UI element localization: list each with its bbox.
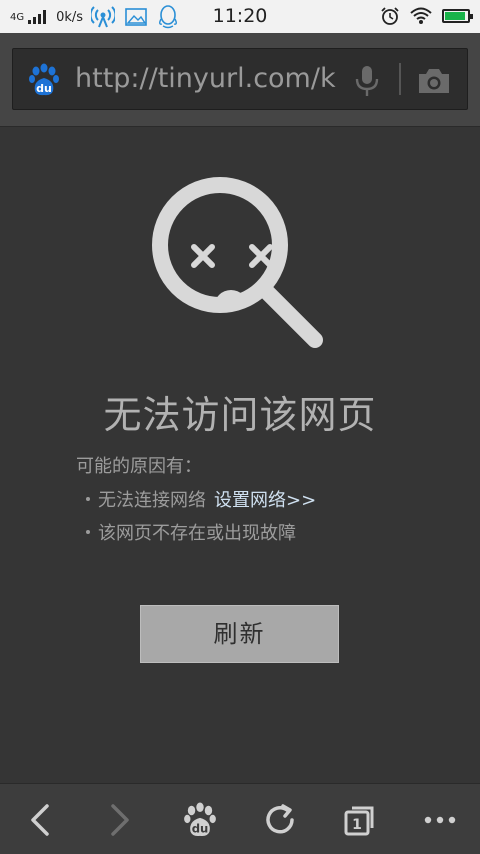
chevron-left-icon <box>31 804 49 836</box>
back-button[interactable] <box>20 802 60 838</box>
reasons-heading: 可能的原因有： <box>76 456 202 477</box>
home-button[interactable]: du <box>180 802 220 838</box>
tabs-button[interactable]: 1 <box>340 802 380 838</box>
wifi-icon <box>410 7 432 24</box>
chevron-right-icon <box>111 804 129 836</box>
bullet <box>86 530 90 534</box>
forward-button[interactable] <box>100 802 140 838</box>
baidu-logo-text: du <box>36 82 52 95</box>
address-bar: du http://tinyurl.com/k <box>0 33 480 127</box>
battery-level <box>445 12 465 20</box>
broken-page-magnifier-icon <box>152 177 323 348</box>
url-divider <box>399 63 401 95</box>
network-settings-link[interactable]: 设置网络>> <box>214 486 316 512</box>
camera-icon[interactable] <box>417 67 451 95</box>
bullet <box>86 497 90 501</box>
battery-icon <box>442 9 473 23</box>
tabs-icon: 1 <box>344 806 374 836</box>
url-field[interactable]: du http://tinyurl.com/k <box>12 48 468 110</box>
baidu-paw-icon: du <box>184 802 216 837</box>
menu-button[interactable] <box>420 802 460 838</box>
refresh-button[interactable]: 刷新 <box>140 605 339 663</box>
microphone-icon[interactable] <box>353 65 381 97</box>
reason-text: 无法连接网络 <box>98 490 206 511</box>
reload-button[interactable] <box>260 802 300 838</box>
reason-item: 无法连接网络 设置网络>> <box>86 486 316 512</box>
alarm-icon <box>381 7 399 25</box>
reload-icon <box>266 804 294 834</box>
status-bar-right <box>380 6 473 26</box>
status-bar: 4G 0k/s 11:20 <box>0 0 480 33</box>
baidu-logo-text: du <box>192 822 209 836</box>
tab-count: 1 <box>352 817 362 833</box>
error-title: 无法访问该网页 <box>103 393 377 437</box>
bottom-toolbar: du 1 <box>0 783 480 854</box>
url-text[interactable]: http://tinyurl.com/k <box>75 63 347 97</box>
more-icon <box>424 816 456 824</box>
baidu-paw-icon[interactable]: du <box>27 63 61 97</box>
reason-item: 该网页不存在或出现故障 <box>86 519 296 545</box>
reason-text: 该网页不存在或出现故障 <box>98 523 296 544</box>
